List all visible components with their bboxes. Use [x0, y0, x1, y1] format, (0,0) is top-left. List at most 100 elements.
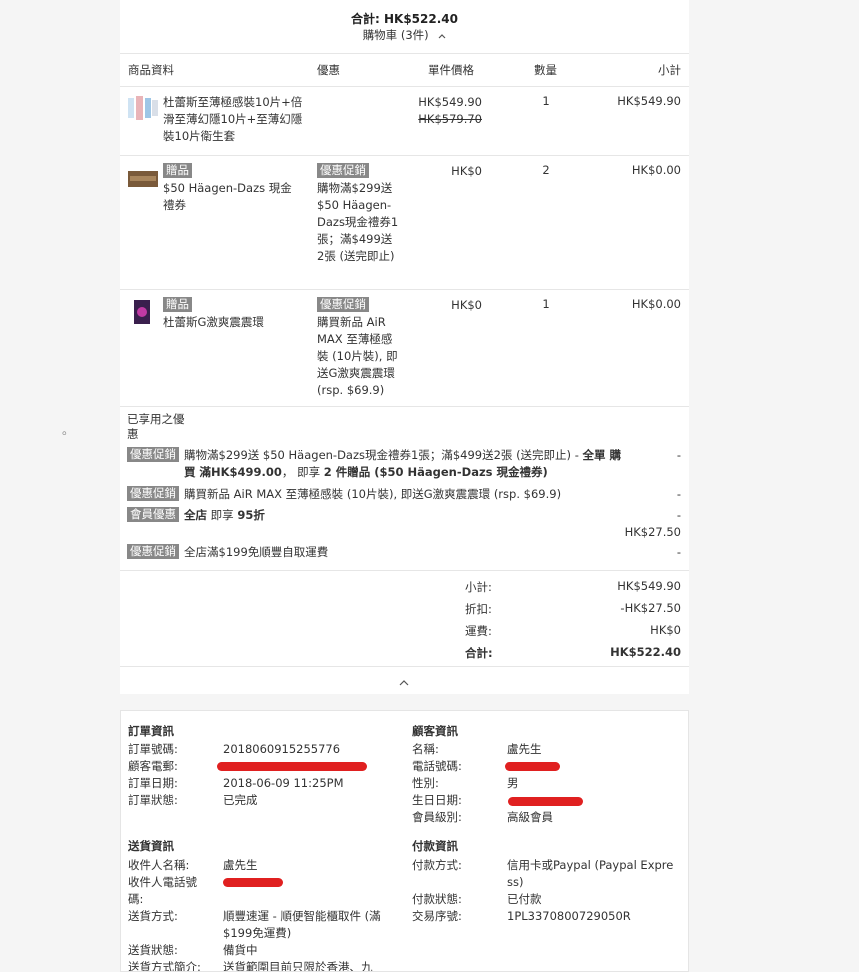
discount-text: 購買新品 AiR MAX 至薄極感裝 (10片裝), 即送G激爽震震環 (rsp… [184, 487, 562, 501]
delivery-desc: 送貨範圍目前只限於香港、九 [223, 960, 373, 972]
discount-amount-value: HK$27.50 [624, 525, 681, 539]
cart-toggle-label: 購物車 (3件) [362, 28, 429, 42]
discount-text: 購物滿$299送 $50 Häagen-Dazs現金禮券1張；滿$499送2張 … [184, 448, 583, 462]
col-subtotal: 小計 [658, 63, 681, 77]
customer-info-title: 顧客資訊 [412, 724, 458, 738]
discount-amount: - [676, 487, 681, 501]
order-no: 2018060915255776 [223, 742, 341, 756]
order-date-label: 訂單日期: [128, 776, 178, 790]
delivery-desc-label: 送貨方式簡介: [128, 960, 201, 972]
payment-info-title: 付款資訊 [412, 839, 458, 853]
unit-price: HK$0 [451, 164, 482, 178]
quantity: 1 [542, 94, 550, 108]
member-badge: 會員優惠 [127, 507, 179, 522]
member-level: 高級會員 [507, 810, 553, 824]
discount-row: 會員優惠 全店 即享 95折 - HK$27.50 [127, 507, 681, 541]
discount-row: 優惠促銷 購物滿$299送 $50 Häagen-Dazs現金禮券1張；滿$49… [127, 447, 681, 483]
gift-badge: 贈品 [163, 297, 192, 312]
divider [120, 666, 689, 667]
col-unit-price: 單件價格 [428, 63, 474, 77]
summary-discount: -HK$27.50 [620, 601, 681, 615]
promo-badge: 優惠促銷 [127, 486, 179, 501]
summary-total-label: 合計: [465, 646, 493, 660]
delivery-info-title: 送貨資訊 [128, 839, 174, 853]
line-subtotal: HK$0.00 [631, 297, 681, 311]
discount-text: ， 即享 [281, 465, 324, 479]
summary-subtotal: HK$549.90 [617, 579, 681, 593]
divider [120, 53, 689, 54]
delivery-status-label: 送貨狀態: [128, 943, 178, 957]
delivery-status: 備貨中 [223, 943, 258, 957]
customer-name: 盧先生 [507, 742, 542, 756]
product-name-link[interactable]: $50 Häagen-Dazs 現金禮券 [163, 180, 303, 214]
delivery-method-label: 送貨方式: [128, 909, 178, 923]
cart-panel: 合計: HK$522.40 購物車 (3件) 商品資料 優惠 單件價格 數量 小… [120, 0, 689, 694]
discount-text-bold: 95折 [237, 508, 265, 522]
discount-amount: - [676, 545, 681, 559]
redaction-mark [508, 797, 583, 806]
discounts-title: 已享用之優惠 [127, 412, 185, 441]
recipient-label: 收件人名稱: [128, 858, 190, 872]
summary-shipping-label: 運費: [465, 624, 492, 638]
line-subtotal: HK$549.90 [617, 94, 681, 108]
promo-badge: 優惠促銷 [127, 447, 179, 462]
recipient-phone-label-cont: 碼: [128, 892, 144, 906]
redaction-mark [217, 762, 367, 771]
gender-label: 性別: [412, 776, 439, 790]
discount-row: 優惠促銷 購買新品 AiR MAX 至薄極感裝 (10片裝), 即送G激爽震震環… [127, 486, 681, 504]
redaction-mark [223, 878, 283, 887]
gift-badge: 贈品 [163, 163, 192, 178]
collapse-cart-button[interactable] [399, 675, 409, 689]
order-info-title: 訂單資訊 [128, 724, 174, 738]
promo-badge: 優惠促銷 [317, 163, 369, 178]
birthday-label: 生日日期: [412, 793, 462, 807]
recipient: 盧先生 [223, 858, 258, 872]
divider [120, 406, 689, 407]
promo-badge: 優惠促銷 [127, 544, 179, 559]
order-status: 已完成 [223, 793, 258, 807]
email-label: 顧客電郵: [128, 759, 178, 773]
order-info-panel: 訂單資訊 訂單號碼: 2018060915255776 顧客電郵: 訂單日期: … [120, 710, 689, 972]
unit-price: HK$0 [451, 298, 482, 312]
discount-row: 優惠促銷 全店滿$199免順豐自取運費 - [127, 544, 681, 562]
product-thumbnail[interactable] [128, 171, 158, 187]
product-thumbnail[interactable] [128, 96, 158, 120]
payment-method: 信用卡或Paypal (Paypal Express) [507, 858, 674, 889]
customer-phone-label: 電話號碼: [412, 759, 462, 773]
quantity: 1 [542, 297, 550, 311]
summary-subtotal-label: 小計: [465, 580, 492, 594]
col-product: 商品資料 [128, 63, 174, 77]
product-name-link[interactable]: 杜蕾斯G激爽震震環 [163, 314, 303, 331]
customer-name-label: 名稱: [412, 742, 439, 756]
chevron-up-icon [399, 675, 409, 689]
payment-status: 已付款 [507, 892, 542, 906]
summary-discount-label: 折扣: [465, 602, 492, 616]
payment-status-label: 付款狀態: [412, 892, 462, 906]
cart-total-header: 合計: HK$522.40 [351, 12, 458, 26]
product-name-link[interactable]: 杜蕾斯至薄極感裝10片+倍滑至薄幻隱10片+至薄幻隱裝10片衛生套 [163, 94, 303, 145]
cart-row: 杜蕾斯至薄極感裝10片+倍滑至薄幻隱10片+至薄幻隱裝10片衛生套 HK$549… [120, 86, 689, 155]
discount-text-bold: 全店 [184, 508, 207, 522]
cart-row: 贈品 $50 Häagen-Dazs 現金禮券 優惠促銷 購物滿$299送$50… [120, 156, 689, 289]
gender: 男 [507, 776, 519, 790]
divider [120, 570, 689, 571]
discount-text: 全店滿$199免順豐自取運費 [184, 545, 329, 559]
col-promo: 優惠 [317, 63, 340, 77]
summary-shipping: HK$0 [650, 623, 681, 637]
col-qty: 數量 [534, 63, 557, 77]
product-thumbnail[interactable] [134, 300, 150, 324]
line-subtotal: HK$0.00 [631, 163, 681, 177]
recipient-phone-label: 收件人電話號 [128, 875, 197, 889]
member-level-label: 會員級別: [412, 810, 462, 824]
quantity: 2 [542, 163, 550, 177]
redaction-mark [505, 762, 560, 771]
stray-dot: 。 [62, 423, 75, 437]
unit-price: HK$549.90 [418, 95, 482, 109]
cart-toggle[interactable]: 購物車 (3件) [120, 27, 689, 43]
order-no-label: 訂單號碼: [128, 742, 178, 756]
delivery-method: 順豐速運 - 順便智能櫃取件 (滿$199免運費) [223, 909, 381, 940]
discount-amount: - [676, 508, 681, 522]
chevron-up-icon [438, 28, 446, 42]
promo-description: 購買新品 AiR MAX 至薄極感裝 (10片裝), 即送G激爽震震環 (rsp… [317, 315, 398, 397]
discount-text-bold: 2 件贈品 ($50 Häagen-Dazs 現金禮券) [323, 465, 548, 479]
